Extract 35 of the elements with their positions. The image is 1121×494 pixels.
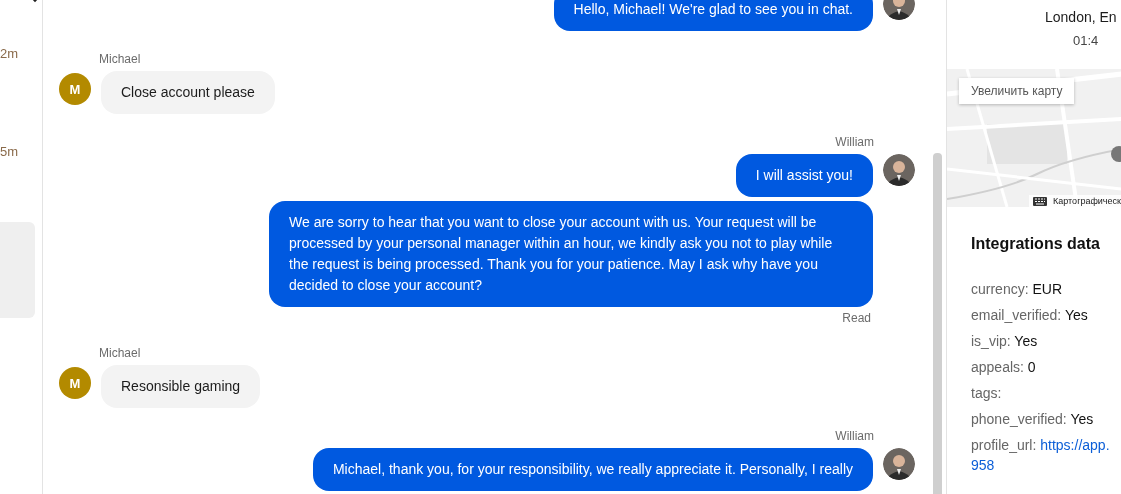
message-bubble: I will assist you! (735, 154, 873, 197)
field-key: currency: (971, 281, 1029, 297)
field-key: appeals: (971, 359, 1024, 375)
field-value: Yes (1064, 307, 1088, 323)
message-bubble: Resonsible gaming (101, 365, 261, 408)
message-bubble: Michael, thank you, for your responsibility, we really appreciate it. Personally, I really (312, 448, 873, 491)
time-label: 5m (0, 144, 19, 159)
field-key: is_vip: (971, 333, 1011, 349)
author-name: Michael (99, 52, 142, 66)
avatar: M (59, 73, 91, 105)
avatar (883, 448, 915, 480)
location-text: London, En (1045, 9, 1118, 25)
local-time: 01:4 (1073, 33, 1100, 48)
avatar (883, 154, 915, 186)
author-name: Michael (99, 346, 142, 360)
scrollbar-thumb[interactable] (933, 153, 942, 494)
field-key: tags: (971, 385, 1002, 401)
section-title: Integrations data (971, 235, 1101, 253)
field-value: EUR (1032, 281, 1063, 297)
field-key: email_verified: (971, 307, 1062, 323)
field-value: Yes (1070, 411, 1094, 427)
avatar: M (59, 367, 91, 399)
field-key: phone_verified: (971, 411, 1067, 427)
time-label: 2m (0, 46, 19, 61)
profile-url-field[interactable]: profile_url: https://app. 958 (971, 435, 1121, 475)
author-name: William (835, 135, 874, 149)
message-bubble: Hello, Michael! We're glad to see you in chat. (553, 0, 873, 31)
read-status: Read (842, 311, 871, 325)
enlarge-map-button[interactable]: Увеличить карту (959, 78, 1075, 104)
author-name: William (835, 429, 874, 443)
message-bubble: We are sorry to hear that you want to close your account with us. Your request will be processed by your personal manager within an hour, we kindly ask you not to play while the request is being processed. Thank you for your patience. May I ask why have you decided to close your account? (269, 201, 873, 307)
field-value: 0 (1027, 359, 1036, 375)
message-bubble: Close account please (101, 71, 275, 114)
keyboard-icon[interactable] (1033, 196, 1048, 206)
field-value: Yes (1014, 333, 1038, 349)
